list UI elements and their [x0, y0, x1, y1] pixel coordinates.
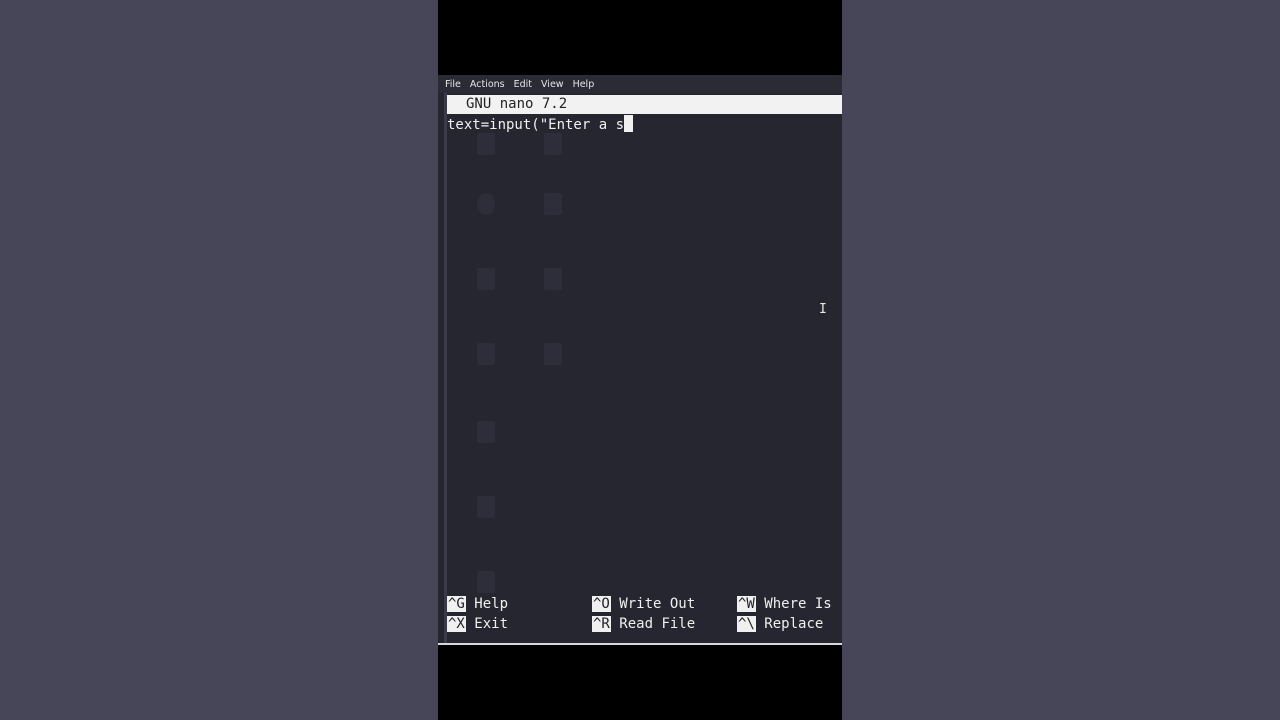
ghost-icon [477, 421, 495, 443]
shortcut-key: ^R [592, 616, 611, 632]
buffer-text: text=input("Enter a s [447, 117, 625, 133]
shortcut-label: Replace [764, 616, 824, 632]
ghost-icon [544, 268, 562, 290]
ghost-icon [477, 133, 495, 155]
terminal-window: File Actions Edit View Help GNU nano 7.2… [438, 75, 842, 645]
ghost-icon [544, 343, 562, 365]
nano-version-title: GNU nano 7.2 [466, 96, 568, 112]
shortcut-where-is[interactable]: ^W Where Is [737, 595, 832, 614]
window-bottom-border [438, 643, 842, 645]
ghost-icon [477, 268, 495, 290]
menu-bar: File Actions Edit View Help [438, 75, 842, 93]
shortcut-key: ^X [447, 616, 466, 632]
text-cursor [624, 115, 634, 132]
shortcut-key: ^G [447, 596, 466, 612]
shortcut-help[interactable]: ^G Help [447, 595, 508, 614]
shortcut-label: Help [474, 596, 509, 612]
shortcut-exit[interactable]: ^X Exit [447, 615, 508, 634]
shortcut-key: ^O [592, 596, 611, 612]
nano-title-bar: GNU nano 7.2 [447, 95, 842, 114]
shortcut-write-out[interactable]: ^O Write Out [592, 595, 695, 614]
shortcut-label: Where Is [764, 596, 832, 612]
right-blurred-background [842, 0, 1280, 720]
menu-file[interactable]: File [445, 79, 461, 90]
shortcut-key: ^\ [737, 616, 756, 632]
ghost-icon [477, 343, 495, 365]
shortcut-read-file[interactable]: ^R Read File [592, 615, 695, 634]
shortcut-label: Exit [474, 616, 509, 632]
left-blurred-background [0, 0, 438, 720]
menu-view[interactable]: View [541, 79, 564, 90]
ghost-icon [477, 496, 495, 518]
video-frame: File Actions Edit View Help GNU nano 7.2… [438, 0, 842, 720]
ghost-icon [544, 133, 562, 155]
shortcut-replace[interactable]: ^\ Replace [737, 615, 823, 634]
text-cursor-icon: I [819, 302, 827, 317]
menu-actions[interactable]: Actions [470, 79, 505, 90]
menu-edit[interactable]: Edit [514, 79, 532, 90]
shortcut-label: Read File [619, 616, 696, 632]
menu-help[interactable]: Help [573, 79, 595, 90]
editor-buffer-line[interactable]: text=input("Enter a s [447, 115, 634, 135]
ghost-icon [477, 571, 495, 593]
shortcut-key: ^W [737, 596, 756, 612]
shortcut-label: Write Out [619, 596, 696, 612]
ghost-icon [477, 193, 495, 215]
terminal-area[interactable]: GNU nano 7.2 text=input("Enter a s ^G He… [444, 93, 842, 645]
ghost-icon [544, 193, 562, 215]
